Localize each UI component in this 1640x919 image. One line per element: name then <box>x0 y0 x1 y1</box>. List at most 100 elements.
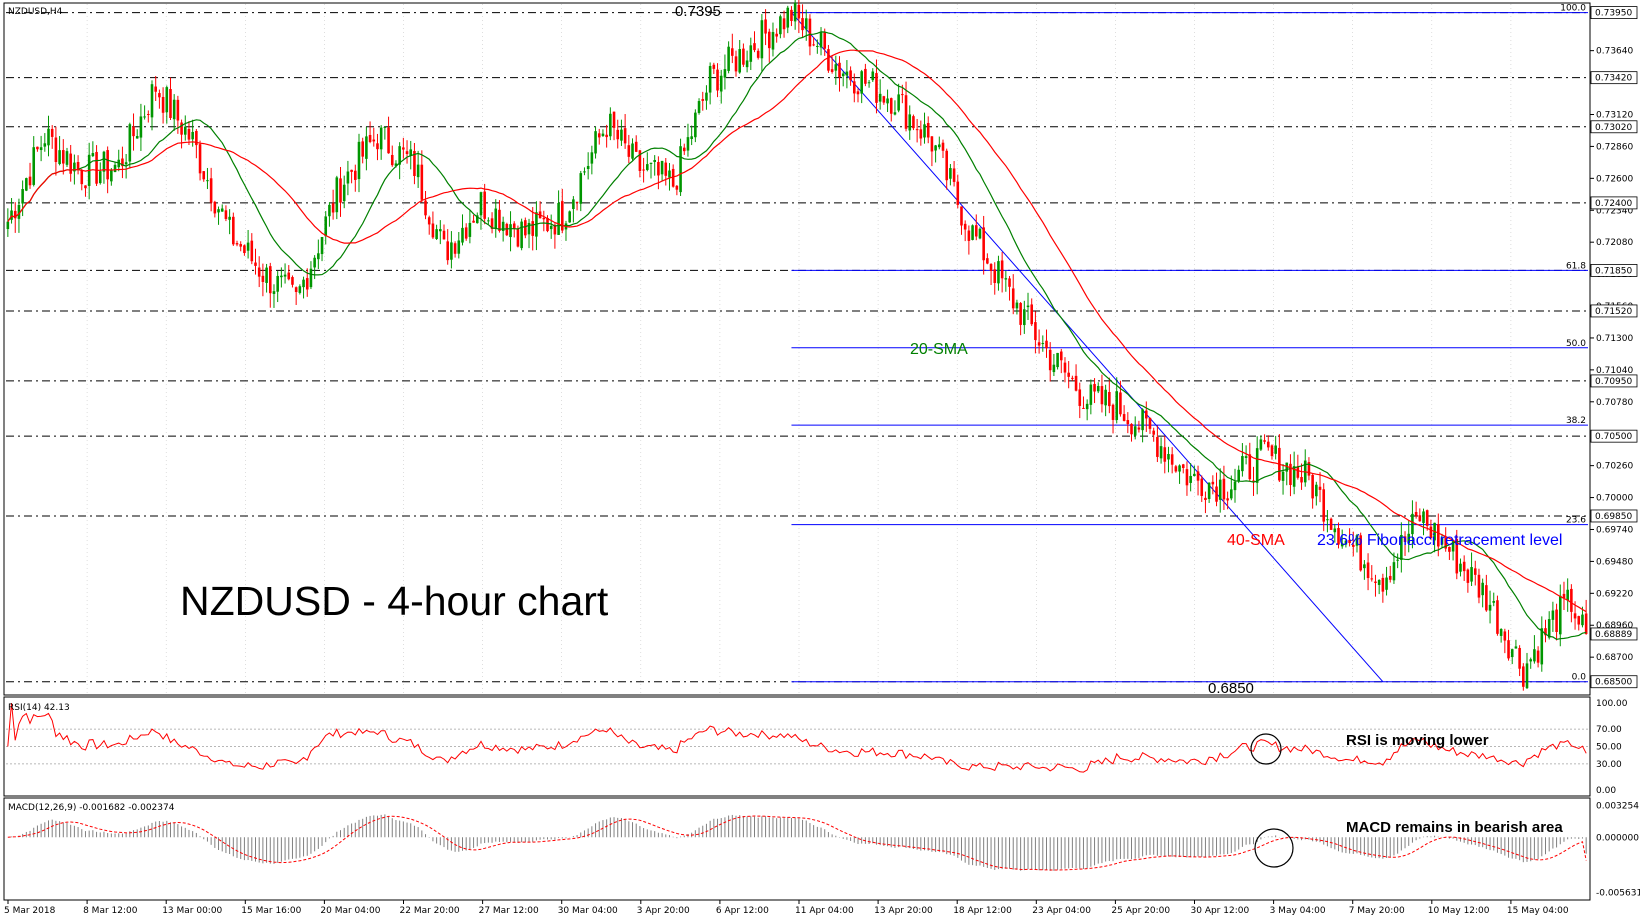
candle-body <box>1311 474 1314 499</box>
symbol-label: NZDUSD,H4 <box>8 7 63 17</box>
candle-body <box>246 242 250 251</box>
candle-body <box>586 165 590 170</box>
candle-body <box>1381 577 1385 592</box>
candle-body <box>1477 574 1481 598</box>
candle-body <box>76 162 80 169</box>
candle-body <box>320 236 324 255</box>
candle-body <box>590 152 594 164</box>
time-tick-label: 23 Apr 04:00 <box>1032 906 1091 916</box>
candle-body <box>827 49 830 71</box>
candle-body <box>1174 466 1178 472</box>
candle-body <box>819 32 823 48</box>
candle-body <box>1215 486 1218 502</box>
candle-body <box>1558 595 1562 635</box>
candle-body <box>1581 614 1584 626</box>
price-level-label: 0.68889 <box>1595 630 1632 640</box>
candle-body <box>257 267 261 277</box>
candle-body <box>1034 322 1037 340</box>
candle-body <box>154 86 157 92</box>
candle-body <box>967 230 971 241</box>
candle-body <box>32 147 36 185</box>
rsi-annotation: RSI is moving lower <box>1346 732 1489 749</box>
candle-body <box>1011 288 1015 309</box>
candle-body <box>80 170 84 185</box>
candle-body <box>165 87 169 113</box>
candle-body <box>298 286 302 293</box>
candle-body <box>797 4 801 19</box>
price-tick-label: 0.72600 <box>1596 174 1633 184</box>
candle-body <box>912 116 915 129</box>
candle-body <box>1133 426 1137 436</box>
candle-body <box>1366 562 1370 579</box>
candle-body <box>756 50 760 58</box>
candle-body <box>583 171 586 173</box>
candle-body <box>919 129 923 139</box>
time-tick-label: 7 May 20:00 <box>1349 906 1405 916</box>
candle-body <box>1207 482 1211 499</box>
candle-body <box>838 62 841 78</box>
candle-body <box>1388 575 1392 580</box>
candle-body <box>427 217 431 225</box>
price-level-label: 0.71850 <box>1595 266 1632 276</box>
candle-body <box>697 101 701 113</box>
candle-body <box>461 227 464 243</box>
candle-body <box>579 173 583 204</box>
candle-body <box>653 159 656 162</box>
candle-body <box>1200 478 1204 496</box>
candle-body <box>276 275 279 292</box>
candle-body <box>450 242 453 260</box>
candle-body <box>1514 646 1518 649</box>
price-tick-label: 0.73640 <box>1596 47 1633 57</box>
candle-body <box>557 202 560 235</box>
candle-body <box>938 144 941 148</box>
fib-level-label: 0.0 <box>1572 673 1587 683</box>
candle-body <box>1573 613 1577 619</box>
candle-body <box>930 136 934 152</box>
candle-body <box>265 267 268 283</box>
candle-body <box>390 154 394 166</box>
candle-body <box>1056 352 1059 368</box>
candle-body <box>1555 609 1558 632</box>
candle-body <box>1315 484 1318 497</box>
time-tick-label: 30 Mar 04:00 <box>558 906 618 916</box>
time-tick-label: 8 Mar 12:00 <box>83 906 138 916</box>
candle-body <box>1274 445 1277 454</box>
candle-body <box>172 99 176 120</box>
candle-body <box>383 126 387 128</box>
candle-body <box>760 20 764 59</box>
candle-body <box>224 210 228 219</box>
candle-body <box>402 147 405 150</box>
rsi-tick-label: 70.00 <box>1596 725 1622 735</box>
rsi-tick-label: 50.00 <box>1596 743 1622 753</box>
price-tick-label: 0.71040 <box>1596 366 1633 376</box>
candle-body <box>43 143 47 147</box>
trend-line <box>791 12 1384 683</box>
candle-body <box>468 222 472 237</box>
price-axis: 0.736400.731200.728600.726000.723400.720… <box>1590 6 1638 689</box>
candle-body <box>280 275 283 278</box>
candle-body <box>1089 384 1093 405</box>
candle-body <box>1041 343 1045 345</box>
price-tick-label: 0.70000 <box>1596 494 1633 504</box>
candle-body <box>147 113 150 115</box>
sma20-annotation: 20-SMA <box>910 341 968 358</box>
candle-body <box>908 114 912 131</box>
price-tick-label: 0.69220 <box>1596 589 1633 599</box>
candle-body <box>852 81 856 94</box>
candle-body <box>1204 497 1207 501</box>
candle-body <box>993 269 997 283</box>
candle-body <box>232 216 235 245</box>
candle-body <box>494 208 498 229</box>
candle-body <box>712 64 716 69</box>
candle-body <box>1263 440 1266 442</box>
candle-body <box>594 131 597 154</box>
candle-body <box>1008 278 1011 287</box>
time-tick-label: 3 Apr 20:00 <box>637 906 690 916</box>
candle-body <box>893 112 897 115</box>
candle-body <box>623 128 627 144</box>
candle-body <box>243 245 246 254</box>
candle-body <box>719 75 723 92</box>
candle-body <box>616 129 620 140</box>
candle-body <box>682 147 686 152</box>
candle-body <box>1255 448 1259 483</box>
